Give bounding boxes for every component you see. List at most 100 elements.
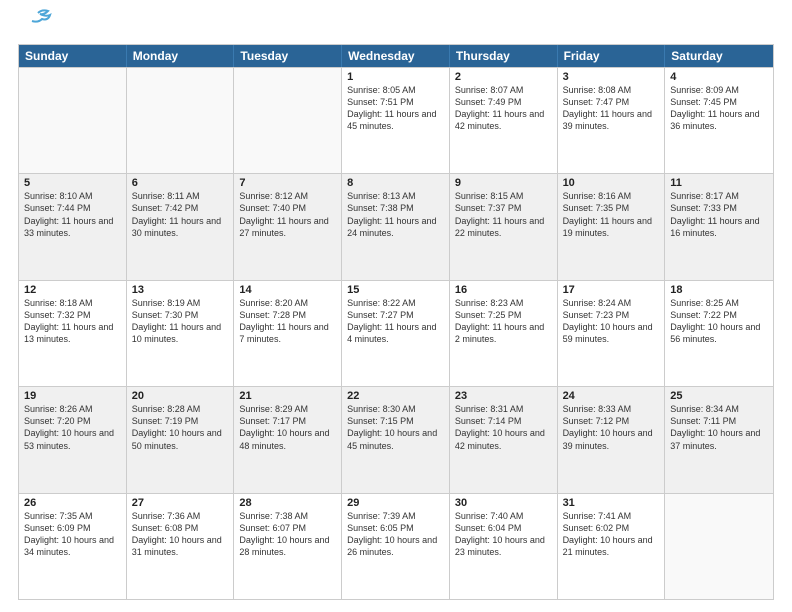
day-info: Sunrise: 8:10 AM Sunset: 7:44 PM Dayligh… (24, 190, 121, 239)
day-number: 24 (563, 390, 660, 402)
day-cell-7: 7Sunrise: 8:12 AM Sunset: 7:40 PM Daylig… (234, 174, 342, 279)
day-cell-18: 18Sunrise: 8:25 AM Sunset: 7:22 PM Dayli… (665, 281, 773, 386)
week-row-2: 5Sunrise: 8:10 AM Sunset: 7:44 PM Daylig… (19, 173, 773, 279)
day-cell-16: 16Sunrise: 8:23 AM Sunset: 7:25 PM Dayli… (450, 281, 558, 386)
day-info: Sunrise: 7:39 AM Sunset: 6:05 PM Dayligh… (347, 510, 444, 559)
day-info: Sunrise: 8:15 AM Sunset: 7:37 PM Dayligh… (455, 190, 552, 239)
day-number: 9 (455, 177, 552, 189)
day-info: Sunrise: 8:09 AM Sunset: 7:45 PM Dayligh… (670, 84, 768, 133)
day-cell-12: 12Sunrise: 8:18 AM Sunset: 7:32 PM Dayli… (19, 281, 127, 386)
day-info: Sunrise: 8:25 AM Sunset: 7:22 PM Dayligh… (670, 297, 768, 346)
day-cell-27: 27Sunrise: 7:36 AM Sunset: 6:08 PM Dayli… (127, 494, 235, 599)
day-info: Sunrise: 8:24 AM Sunset: 7:23 PM Dayligh… (563, 297, 660, 346)
day-info: Sunrise: 8:13 AM Sunset: 7:38 PM Dayligh… (347, 190, 444, 239)
day-number: 5 (24, 177, 121, 189)
day-number: 19 (24, 390, 121, 402)
day-info: Sunrise: 8:28 AM Sunset: 7:19 PM Dayligh… (132, 403, 229, 452)
day-info: Sunrise: 8:20 AM Sunset: 7:28 PM Dayligh… (239, 297, 336, 346)
day-number: 21 (239, 390, 336, 402)
day-number: 15 (347, 284, 444, 296)
day-info: Sunrise: 8:29 AM Sunset: 7:17 PM Dayligh… (239, 403, 336, 452)
day-info: Sunrise: 7:35 AM Sunset: 6:09 PM Dayligh… (24, 510, 121, 559)
day-number: 16 (455, 284, 552, 296)
day-cell-3: 3Sunrise: 8:08 AM Sunset: 7:47 PM Daylig… (558, 68, 666, 173)
day-cell-13: 13Sunrise: 8:19 AM Sunset: 7:30 PM Dayli… (127, 281, 235, 386)
day-info: Sunrise: 8:23 AM Sunset: 7:25 PM Dayligh… (455, 297, 552, 346)
day-cell-8: 8Sunrise: 8:13 AM Sunset: 7:38 PM Daylig… (342, 174, 450, 279)
day-number: 17 (563, 284, 660, 296)
day-cell-11: 11Sunrise: 8:17 AM Sunset: 7:33 PM Dayli… (665, 174, 773, 279)
day-cell-31: 31Sunrise: 7:41 AM Sunset: 6:02 PM Dayli… (558, 494, 666, 599)
day-cell-14: 14Sunrise: 8:20 AM Sunset: 7:28 PM Dayli… (234, 281, 342, 386)
day-info: Sunrise: 8:22 AM Sunset: 7:27 PM Dayligh… (347, 297, 444, 346)
day-number: 23 (455, 390, 552, 402)
day-number: 7 (239, 177, 336, 189)
day-number: 29 (347, 497, 444, 509)
day-number: 22 (347, 390, 444, 402)
day-cell-28: 28Sunrise: 7:38 AM Sunset: 6:07 PM Dayli… (234, 494, 342, 599)
day-number: 30 (455, 497, 552, 509)
day-number: 2 (455, 71, 552, 83)
day-cell-29: 29Sunrise: 7:39 AM Sunset: 6:05 PM Dayli… (342, 494, 450, 599)
day-info: Sunrise: 8:17 AM Sunset: 7:33 PM Dayligh… (670, 190, 768, 239)
day-number: 12 (24, 284, 121, 296)
day-cell-22: 22Sunrise: 8:30 AM Sunset: 7:15 PM Dayli… (342, 387, 450, 492)
day-cell-17: 17Sunrise: 8:24 AM Sunset: 7:23 PM Dayli… (558, 281, 666, 386)
day-header-tuesday: Tuesday (234, 45, 342, 67)
day-number: 27 (132, 497, 229, 509)
day-info: Sunrise: 8:12 AM Sunset: 7:40 PM Dayligh… (239, 190, 336, 239)
day-cell-21: 21Sunrise: 8:29 AM Sunset: 7:17 PM Dayli… (234, 387, 342, 492)
day-number: 11 (670, 177, 768, 189)
day-cell-empty (127, 68, 235, 173)
day-number: 20 (132, 390, 229, 402)
day-number: 25 (670, 390, 768, 402)
day-info: Sunrise: 7:36 AM Sunset: 6:08 PM Dayligh… (132, 510, 229, 559)
week-row-1: 1Sunrise: 8:05 AM Sunset: 7:51 PM Daylig… (19, 67, 773, 173)
day-header-thursday: Thursday (450, 45, 558, 67)
day-info: Sunrise: 8:11 AM Sunset: 7:42 PM Dayligh… (132, 190, 229, 239)
week-row-3: 12Sunrise: 8:18 AM Sunset: 7:32 PM Dayli… (19, 280, 773, 386)
day-info: Sunrise: 8:30 AM Sunset: 7:15 PM Dayligh… (347, 403, 444, 452)
day-number: 28 (239, 497, 336, 509)
day-number: 26 (24, 497, 121, 509)
day-number: 18 (670, 284, 768, 296)
day-cell-9: 9Sunrise: 8:15 AM Sunset: 7:37 PM Daylig… (450, 174, 558, 279)
day-info: Sunrise: 8:18 AM Sunset: 7:32 PM Dayligh… (24, 297, 121, 346)
day-header-monday: Monday (127, 45, 235, 67)
day-cell-24: 24Sunrise: 8:33 AM Sunset: 7:12 PM Dayli… (558, 387, 666, 492)
day-info: Sunrise: 8:33 AM Sunset: 7:12 PM Dayligh… (563, 403, 660, 452)
day-info: Sunrise: 8:16 AM Sunset: 7:35 PM Dayligh… (563, 190, 660, 239)
calendar-body: 1Sunrise: 8:05 AM Sunset: 7:51 PM Daylig… (19, 67, 773, 599)
calendar: SundayMondayTuesdayWednesdayThursdayFrid… (18, 44, 774, 600)
day-number: 1 (347, 71, 444, 83)
page: SundayMondayTuesdayWednesdayThursdayFrid… (0, 0, 792, 612)
day-number: 14 (239, 284, 336, 296)
day-cell-20: 20Sunrise: 8:28 AM Sunset: 7:19 PM Dayli… (127, 387, 235, 492)
day-info: Sunrise: 8:19 AM Sunset: 7:30 PM Dayligh… (132, 297, 229, 346)
day-info: Sunrise: 8:31 AM Sunset: 7:14 PM Dayligh… (455, 403, 552, 452)
day-info: Sunrise: 7:41 AM Sunset: 6:02 PM Dayligh… (563, 510, 660, 559)
day-info: Sunrise: 8:26 AM Sunset: 7:20 PM Dayligh… (24, 403, 121, 452)
day-cell-6: 6Sunrise: 8:11 AM Sunset: 7:42 PM Daylig… (127, 174, 235, 279)
day-number: 31 (563, 497, 660, 509)
day-header-wednesday: Wednesday (342, 45, 450, 67)
day-cell-1: 1Sunrise: 8:05 AM Sunset: 7:51 PM Daylig… (342, 68, 450, 173)
week-row-5: 26Sunrise: 7:35 AM Sunset: 6:09 PM Dayli… (19, 493, 773, 599)
day-cell-2: 2Sunrise: 8:07 AM Sunset: 7:49 PM Daylig… (450, 68, 558, 173)
day-number: 4 (670, 71, 768, 83)
day-cell-26: 26Sunrise: 7:35 AM Sunset: 6:09 PM Dayli… (19, 494, 127, 599)
day-info: Sunrise: 8:08 AM Sunset: 7:47 PM Dayligh… (563, 84, 660, 133)
day-cell-empty (19, 68, 127, 173)
logo-bird-icon (20, 9, 52, 33)
day-cell-19: 19Sunrise: 8:26 AM Sunset: 7:20 PM Dayli… (19, 387, 127, 492)
week-row-4: 19Sunrise: 8:26 AM Sunset: 7:20 PM Dayli… (19, 386, 773, 492)
day-number: 10 (563, 177, 660, 189)
day-number: 6 (132, 177, 229, 189)
day-cell-25: 25Sunrise: 8:34 AM Sunset: 7:11 PM Dayli… (665, 387, 773, 492)
day-info: Sunrise: 8:07 AM Sunset: 7:49 PM Dayligh… (455, 84, 552, 133)
day-cell-30: 30Sunrise: 7:40 AM Sunset: 6:04 PM Dayli… (450, 494, 558, 599)
day-number: 3 (563, 71, 660, 83)
day-info: Sunrise: 7:40 AM Sunset: 6:04 PM Dayligh… (455, 510, 552, 559)
day-info: Sunrise: 8:05 AM Sunset: 7:51 PM Dayligh… (347, 84, 444, 133)
day-cell-empty (665, 494, 773, 599)
